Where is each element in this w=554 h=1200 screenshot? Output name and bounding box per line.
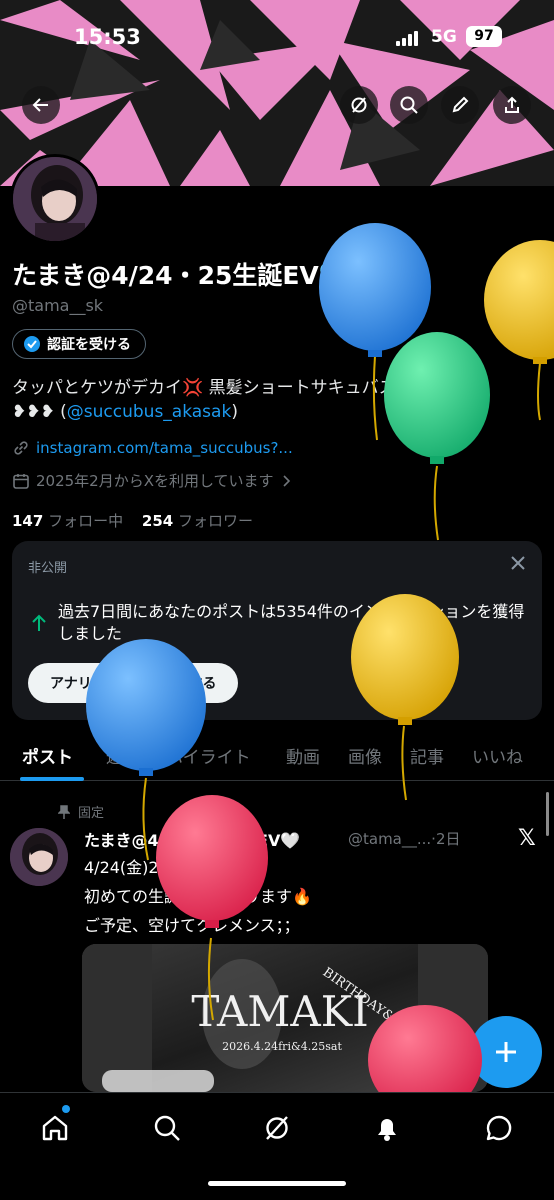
grok-button[interactable] [340, 86, 378, 124]
pin-icon [58, 804, 70, 819]
home-icon[interactable] [40, 1113, 70, 1143]
bio-line-2: ❥❥❥ (@succubus_akasak) [12, 402, 238, 422]
post-image-date: 2026.4.24fri&4.25sat [222, 1040, 342, 1053]
tab-likes[interactable]: いいね [472, 743, 523, 768]
post-image-graphic: TAMAKI 2026.4.24fri&4.25sat BIRTHDAY&ANN… [82, 944, 488, 1092]
joined-row[interactable]: 2025年2月からXを利用しています [12, 470, 292, 491]
pinned-label: 固定 [58, 802, 104, 821]
bottom-navigation [0, 1092, 554, 1200]
post-text-line-3: ご予定、空けてクレメンス；； [84, 916, 300, 935]
signal-icon [396, 31, 418, 46]
post-avatar-image [10, 828, 68, 886]
trend-up-icon [32, 614, 46, 631]
messages-icon[interactable] [484, 1113, 514, 1143]
followers-link[interactable]: 254 フォロワー [142, 512, 253, 530]
get-verified-label: 認証を受ける [47, 337, 131, 353]
bio-mention-link[interactable]: @succubus_akasak [67, 402, 232, 422]
post-author-name[interactable]: たまき@4/24・25生誕EV🤍 [84, 827, 300, 851]
post-handle-time: @tama__...·2日 [348, 830, 461, 848]
back-button[interactable] [22, 86, 60, 124]
bell-icon[interactable] [372, 1113, 402, 1143]
calendar-icon [13, 473, 29, 489]
refresh-icon [351, 97, 367, 113]
home-indicator [208, 1181, 346, 1186]
balloon-green [384, 332, 490, 541]
share-button[interactable] [493, 86, 531, 124]
post-text-line-2: 初めての生誕＆周年やります🔥 [84, 887, 312, 906]
explore-icon[interactable] [152, 1113, 182, 1143]
tab-images[interactable]: 画像 [348, 743, 382, 768]
impressions-message: 過去7日間にあなたのポストは5354件のインプレッションを獲得しました [58, 602, 525, 643]
tab-videos[interactable]: 動画 [286, 743, 320, 768]
display-name: たまき@4/24・25生誕EV🩵 [12, 261, 350, 290]
tab-replies[interactable]: 返信 [106, 743, 140, 768]
post-avatar[interactable] [10, 828, 68, 886]
status-time: 15:53 [74, 25, 141, 49]
bio-line-1: タッパとケツがデカイ💢 黒髪ショートサキュバス🩵⛓️ [12, 378, 438, 398]
get-verified-button[interactable]: 認証を受ける [12, 329, 146, 359]
edit-button[interactable] [441, 86, 479, 124]
tab-posts[interactable]: ポスト [22, 743, 73, 768]
joined-date: 2025年2月からXを利用しています [36, 472, 274, 490]
followers-label: フォロワー [177, 512, 253, 530]
x-logo-icon: 𝕏 [518, 826, 536, 851]
back-icon [32, 98, 48, 112]
following-link[interactable]: 147 フォロー中 [12, 512, 123, 530]
profile-handle: @tama__sk [12, 296, 104, 315]
active-tab-indicator [20, 777, 84, 781]
battery-level: 97 [466, 26, 502, 47]
profile-link[interactable]: instagram.com/tama_succubus?... [36, 439, 293, 457]
analytics-button[interactable]: アナリティクスを利用する [28, 663, 239, 703]
balloon-yellow-right [484, 240, 554, 421]
tab-articles[interactable]: 記事 [410, 743, 444, 768]
edit-icon [452, 96, 469, 113]
link-icon [14, 441, 28, 455]
search-icon [400, 96, 418, 114]
status-bar: 15:53 5G 97 [0, 0, 554, 70]
profile-tabs: ポスト 返信 ハイライト 動画 画像 記事 いいね [0, 733, 554, 781]
search-button[interactable] [390, 86, 428, 124]
following-count: 147 [12, 512, 44, 530]
scrollbar[interactable] [546, 792, 549, 836]
verified-badge-icon [24, 336, 40, 352]
avatar[interactable] [10, 154, 100, 244]
notification-dot [62, 1105, 70, 1113]
avatar-image [13, 157, 97, 241]
share-icon [505, 96, 519, 113]
post-image-title: TAMAKI [191, 987, 368, 1036]
followers-count: 254 [141, 512, 174, 530]
network-type: 5G [431, 27, 457, 47]
close-icon[interactable] [508, 553, 528, 573]
plus-icon [496, 1042, 516, 1062]
private-analytics-card: 非公開 過去7日間にあなたのポストは5354件のインプレッションを獲得しました … [12, 541, 542, 720]
profile-link-row[interactable]: instagram.com/tama_succubus?... [12, 439, 293, 457]
chevron-right-icon [282, 474, 290, 487]
post-image[interactable]: TAMAKI 2026.4.24fri&4.25sat BIRTHDAY&ANN… [82, 944, 488, 1092]
tab-highlights[interactable]: ハイライト [166, 743, 251, 768]
bio-prefix: ❥❥❥ ( [12, 402, 67, 422]
pinned-text: 固定 [78, 806, 105, 821]
following-label: フォロー中 [48, 512, 124, 530]
compose-button[interactable] [470, 1016, 542, 1088]
grok-icon[interactable] [262, 1113, 292, 1143]
private-card-title: 非公開 [28, 561, 68, 576]
post-text-line-1: 4/24(金)25(土)‼️‼️‼️ [84, 858, 258, 877]
bio-suffix: ) [231, 402, 238, 422]
follow-stats: 147 フォロー中 254 フォロワー [12, 510, 253, 531]
